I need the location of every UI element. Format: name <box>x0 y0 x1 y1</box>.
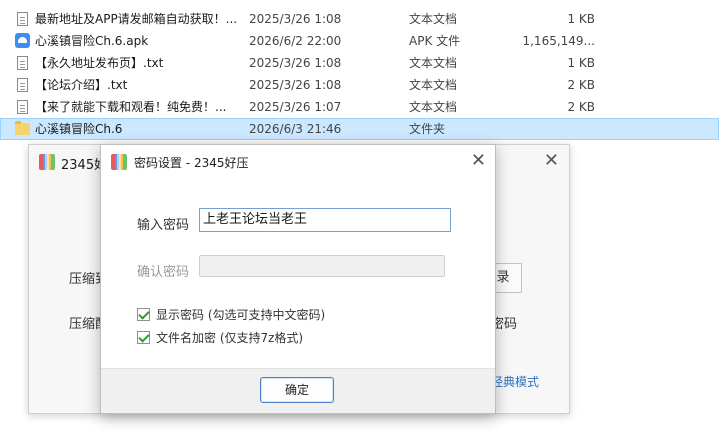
show-password-option[interactable]: 显示密码 (勾选可支持中文密码) <box>137 307 325 323</box>
file-size: 1 KB <box>567 12 595 26</box>
confirm-password-label: 确认密码 <box>137 265 190 280</box>
app-logo-icon <box>111 154 127 170</box>
dialog-footer: 确定 <box>101 368 495 413</box>
file-date: 2025/3/26 1:08 <box>249 12 342 26</box>
password-dialog: 密码设置 - 2345好压 ✕ 输入密码 上老王论坛当老王 确认密码 显示密码 … <box>100 144 496 414</box>
ok-button[interactable]: 确定 <box>260 377 334 403</box>
show-password-label: 显示密码 (勾选可支持中文密码) <box>156 308 326 322</box>
dialog-title: 密码设置 - 2345好压 <box>134 156 249 170</box>
file-date: 2025/3/26 1:08 <box>249 56 342 70</box>
classic-mode-link[interactable]: 经典模式 <box>491 373 539 390</box>
encrypt-filenames-label: 文件名加密 (仅支持7z格式) <box>156 331 304 345</box>
password-input[interactable]: 上老王论坛当老王 <box>199 208 451 232</box>
file-name: 心溪镇冒险Ch.6 <box>35 122 123 136</box>
file-size: 2 KB <box>567 100 595 114</box>
file-name: 【来了就能下载和观看！纯免费！... <box>35 100 227 114</box>
close-icon[interactable]: ✕ <box>471 150 486 171</box>
file-type: 文件夹 <box>409 122 446 136</box>
file-size: 2 KB <box>567 78 595 92</box>
file-size: 1,165,149... <box>522 34 595 48</box>
show-password-checkbox[interactable] <box>137 308 150 321</box>
file-size: 1 KB <box>567 56 595 70</box>
file-date: 2026/6/3 21:46 <box>249 122 342 136</box>
confirm-password-input <box>199 255 445 277</box>
file-name: 【永久地址发布页】.txt <box>35 56 164 70</box>
file-row[interactable]: 【来了就能下载和观看！纯免费！... 2025/3/26 1:07 文本文档 2… <box>0 96 719 118</box>
file-date: 2025/3/26 1:07 <box>249 100 342 114</box>
file-row[interactable]: 【永久地址发布页】.txt 2025/3/26 1:08 文本文档 1 KB <box>0 52 719 74</box>
file-row[interactable]: 最新地址及APP请发邮箱自动获取！... 2025/3/26 1:08 文本文档… <box>0 8 719 30</box>
file-name: 心溪镇冒险Ch.6.apk <box>35 34 149 48</box>
app-logo-icon <box>39 154 55 170</box>
password-label: 输入密码 <box>137 218 190 233</box>
file-name: 【论坛介绍】.txt <box>35 78 128 92</box>
file-date: 2025/3/26 1:08 <box>249 78 342 92</box>
text-file-icon <box>15 11 31 27</box>
encrypt-filenames-option[interactable]: 文件名加密 (仅支持7z格式) <box>137 330 303 346</box>
close-icon[interactable]: ✕ <box>544 150 559 171</box>
file-date: 2026/6/2 22:00 <box>249 34 342 48</box>
encrypt-filenames-checkbox[interactable] <box>137 331 150 344</box>
file-row[interactable]: 【论坛介绍】.txt 2025/3/26 1:08 文本文档 2 KB <box>0 74 719 96</box>
text-file-icon <box>15 99 31 115</box>
file-row[interactable]: 心溪镇冒险Ch.6.apk 2026/6/2 22:00 APK 文件 1,16… <box>0 30 719 52</box>
text-file-icon <box>15 55 31 71</box>
folder-icon <box>15 121 31 137</box>
text-file-icon <box>15 77 31 93</box>
file-row-selected[interactable]: 心溪镇冒险Ch.6 2026/6/3 21:46 文件夹 <box>0 118 719 140</box>
file-list: 最新地址及APP请发邮箱自动获取！... 2025/3/26 1:08 文本文档… <box>0 8 719 140</box>
apk-file-icon <box>15 33 31 49</box>
file-name: 最新地址及APP请发邮箱自动获取！... <box>35 12 238 26</box>
